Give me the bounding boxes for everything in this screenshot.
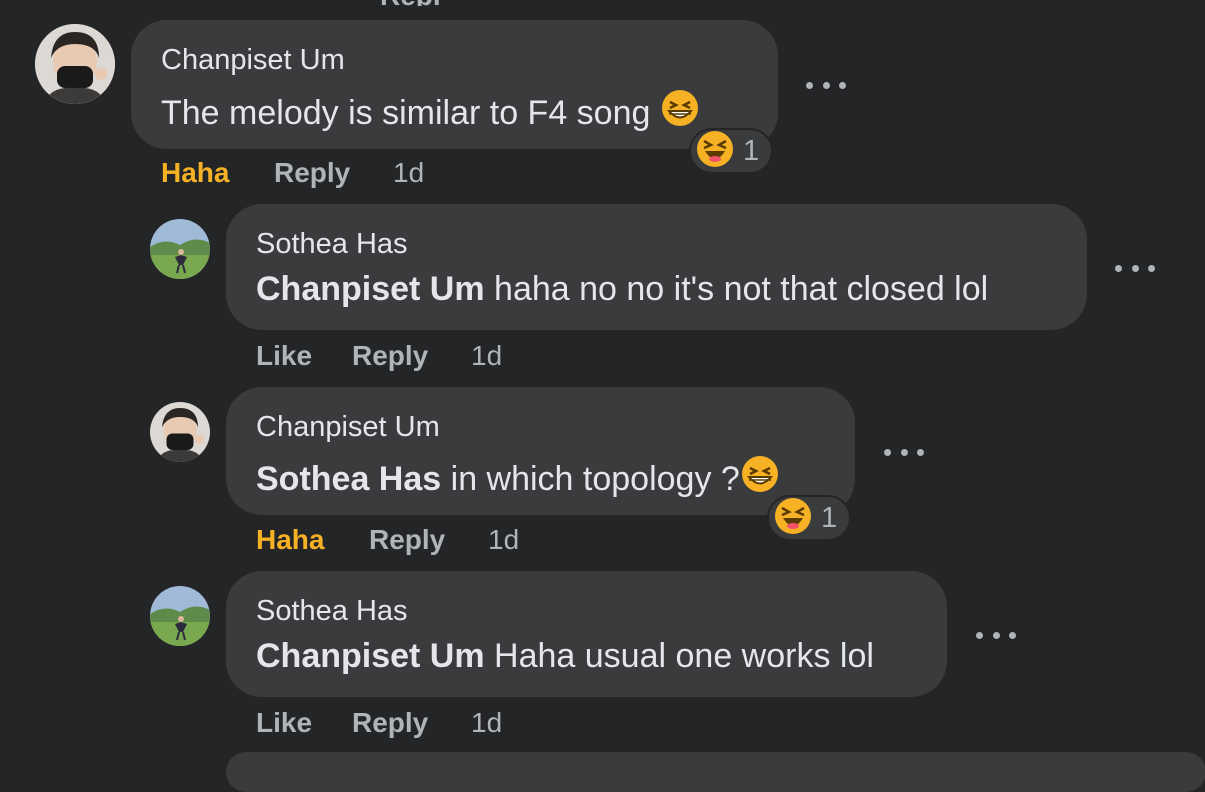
more-options-button[interactable] [884,442,924,462]
avatar[interactable] [150,586,210,646]
mentioned-user-tag[interactable]: Chanpiset Um [256,637,485,675]
comment-author[interactable]: Sothea Has [256,595,408,628]
reaction-summary[interactable]: 1 [689,128,773,174]
comment-body: The melody is similar to F4 song [161,94,651,132]
comment-text: Chanpiset Um Haha usual one works lol [256,637,874,676]
avatar[interactable] [150,402,210,462]
comment-text: Chanpiset Um haha no no it's not that cl… [256,270,988,309]
more-options-button[interactable] [976,625,1016,645]
comment-author[interactable]: Sothea Has [256,228,408,261]
avatar[interactable] [35,24,115,104]
avatar[interactable] [150,219,210,279]
more-options-button[interactable] [1115,258,1155,278]
comment-author[interactable]: Chanpiset Um [161,44,345,77]
comment-bubble [226,204,1087,330]
reply-button[interactable]: Reply [274,157,350,189]
mentioned-user-tag[interactable]: Chanpiset Um [256,270,485,308]
comment-bubble [226,571,947,697]
haha-reaction-button[interactable]: Haha [161,157,229,189]
laughing-face-icon [773,496,813,541]
comment-author[interactable]: Chanpiset Um [256,411,440,444]
haha-reaction-button[interactable]: Haha [256,524,324,556]
comment-timestamp[interactable]: 1d [488,524,519,556]
comment-text: Sothea Has in which topology ? [256,454,780,503]
grinning-squinting-face-icon [660,88,700,137]
previous-reply-link-cut: Reply [380,0,440,6]
comment-timestamp[interactable]: 1d [393,157,424,189]
comment-body: haha no no it's not that closed lol [484,270,989,308]
reply-button[interactable]: Reply [352,707,428,739]
like-button[interactable]: Like [256,707,312,739]
comment-body: in which topology ? [441,460,740,498]
reaction-summary[interactable]: 1 [767,495,851,541]
comment-body: Haha usual one works lol [484,637,874,675]
comment-timestamp[interactable]: 1d [471,707,502,739]
reply-button[interactable]: Reply [369,524,445,556]
next-comment-bubble [226,752,1205,792]
laughing-face-icon [695,129,735,174]
reaction-count: 1 [821,501,838,534]
more-options-button[interactable] [806,75,846,95]
reaction-count: 1 [743,134,760,167]
mentioned-user-tag[interactable]: Sothea Has [256,460,441,498]
comment-timestamp[interactable]: 1d [471,340,502,372]
reply-button[interactable]: Reply [352,340,428,372]
like-button[interactable]: Like [256,340,312,372]
comment-text: The melody is similar to F4 song [161,88,700,137]
